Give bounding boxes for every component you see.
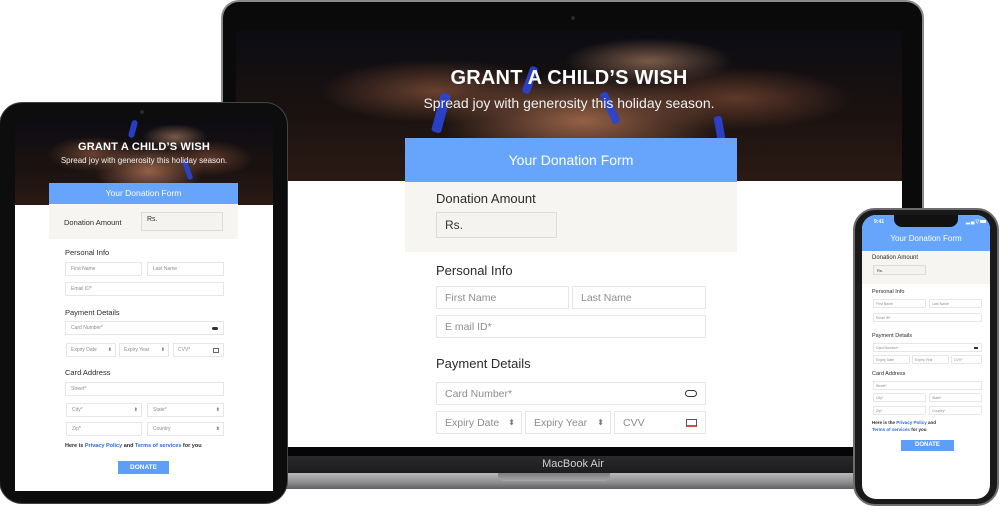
campaign-subtitle: Spread joy with generosity this holiday …	[60, 156, 228, 165]
phone-status-icons: ▂▄▽	[966, 219, 987, 225]
terms-text: Here is Privacy Policy and Terms of serv…	[65, 443, 202, 449]
terms-text: Here is the Privacy Policy and Terms of …	[872, 420, 937, 432]
donate-button[interactable]: DONATE	[901, 440, 954, 451]
laptop-model-label: MacBook Air	[229, 456, 917, 473]
signal-icon: ▂▄	[966, 219, 976, 225]
state-select[interactable]: State*	[929, 393, 982, 402]
select-caret-icon: ⬍	[160, 347, 165, 353]
city-select[interactable]: City*	[873, 393, 926, 402]
laptop-opening-notch	[498, 473, 610, 481]
select-caret-icon: ⬍	[508, 418, 515, 427]
last-name-input[interactable]: Last Name	[147, 262, 224, 276]
last-name-input[interactable]: Last Name	[572, 286, 706, 309]
card-number-input[interactable]: Card Number*	[65, 321, 224, 335]
select-caret-icon: ⬍	[597, 418, 604, 427]
cvv-card-icon	[213, 348, 219, 353]
personal-info-label: Personal Info	[872, 289, 905, 295]
select-caret-icon: ⬍	[107, 347, 112, 353]
expiry-year-select[interactable]: Expiry Year ⬍	[525, 411, 611, 434]
payment-details-label: Payment Details	[872, 333, 913, 339]
personal-info-label: Personal Info	[436, 263, 513, 278]
donation-amount-label: Donation Amount	[872, 255, 919, 261]
personal-info-label: Personal Info	[65, 248, 110, 257]
payment-details-label: Payment Details	[436, 356, 531, 371]
first-name-input[interactable]: First Name	[436, 286, 569, 309]
campaign-title: GRANT A CHILD’S WISH	[77, 141, 211, 153]
expiry-date-select[interactable]: Expiry Date ⬍	[66, 343, 116, 357]
laptop-screen: GRANT A CHILD’S WISH Spread joy with gen…	[236, 31, 902, 447]
zip-input[interactable]: Zip*	[873, 406, 926, 415]
street-input[interactable]: Street*	[65, 382, 224, 396]
card-brand-icon	[212, 327, 218, 330]
payment-details-label: Payment Details	[65, 308, 120, 317]
card-number-input[interactable]: Card Number*	[873, 343, 982, 352]
tablet-screen: GRANT A CHILD’S WISH Spread joy with gen…	[15, 120, 273, 491]
state-select[interactable]: State* ⬍	[147, 403, 224, 417]
privacy-policy-link[interactable]: Privacy Policy	[896, 420, 927, 425]
phone-notch	[894, 215, 958, 227]
zip-input[interactable]: Zip*	[66, 422, 142, 436]
email-input[interactable]: E mail ID*	[436, 315, 706, 338]
card-brand-icon	[685, 390, 697, 397]
laptop-camera	[571, 16, 575, 20]
donation-amount-label: Donation Amount	[436, 191, 536, 206]
expiry-date-select[interactable]: Expiry Date	[873, 355, 910, 364]
campaign-subtitle: Spread joy with generosity this holiday …	[423, 95, 715, 111]
battery-icon	[980, 220, 987, 224]
laptop-bezel-bottom	[229, 447, 917, 456]
last-name-input[interactable]: Last Name	[929, 299, 982, 308]
first-name-input[interactable]: First Name	[873, 299, 926, 308]
email-input[interactable]: Email ID*	[873, 313, 982, 322]
email-input[interactable]: Email ID*	[65, 282, 224, 296]
expiry-date-select[interactable]: Expiry Date ⬍	[436, 411, 522, 434]
cvv-input[interactable]: CVV*	[173, 343, 224, 357]
cvv-card-icon	[686, 419, 697, 427]
select-caret-icon: ⬍	[215, 426, 220, 432]
donation-amount-input[interactable]: Rs.	[436, 212, 557, 238]
card-number-input[interactable]: Card Number*	[436, 382, 706, 405]
terms-of-services-link[interactable]: Terms of services	[872, 427, 910, 432]
cvv-input[interactable]: CVV*	[951, 355, 982, 364]
donation-amount-label: Donation Amount	[64, 218, 122, 227]
form-header: Your Donation Form	[405, 138, 737, 182]
donate-button[interactable]: DONATE	[118, 461, 169, 474]
donation-amount-input[interactable]: Rs.	[141, 212, 223, 231]
expiry-year-select[interactable]: Expiry Year ⬍	[119, 343, 169, 357]
select-caret-icon: ⬍	[215, 407, 220, 413]
first-name-input[interactable]: First Name	[65, 262, 142, 276]
tablet-camera	[140, 110, 144, 114]
privacy-policy-link[interactable]: Privacy Policy	[85, 443, 122, 449]
donation-amount-input[interactable]: Rs.	[873, 265, 926, 275]
card-brand-icon	[974, 347, 978, 349]
phone-screen: Your Donation Form Donation Amount Rs. P…	[862, 215, 990, 499]
device-mockup-stage: GRANT A CHILD’S WISH Spread joy with gen…	[0, 0, 1000, 510]
card-address-label: Card Address	[65, 368, 111, 377]
form-header: Your Donation Form	[49, 183, 238, 204]
expiry-year-select[interactable]: Expiry Year	[912, 355, 949, 364]
terms-of-services-link[interactable]: Terms of services	[135, 443, 181, 449]
cvv-input[interactable]: CVV	[614, 411, 706, 434]
card-address-label: Card Address	[872, 371, 906, 377]
phone-time: 9:41	[874, 219, 885, 225]
street-input[interactable]: Street*	[873, 381, 982, 390]
country-select[interactable]: Country*	[929, 406, 982, 415]
campaign-title: GRANT A CHILD’S WISH	[450, 67, 688, 89]
city-select[interactable]: City* ⬍	[66, 403, 142, 417]
country-select[interactable]: Country ⬍	[147, 422, 224, 436]
select-caret-icon: ⬍	[133, 407, 138, 413]
